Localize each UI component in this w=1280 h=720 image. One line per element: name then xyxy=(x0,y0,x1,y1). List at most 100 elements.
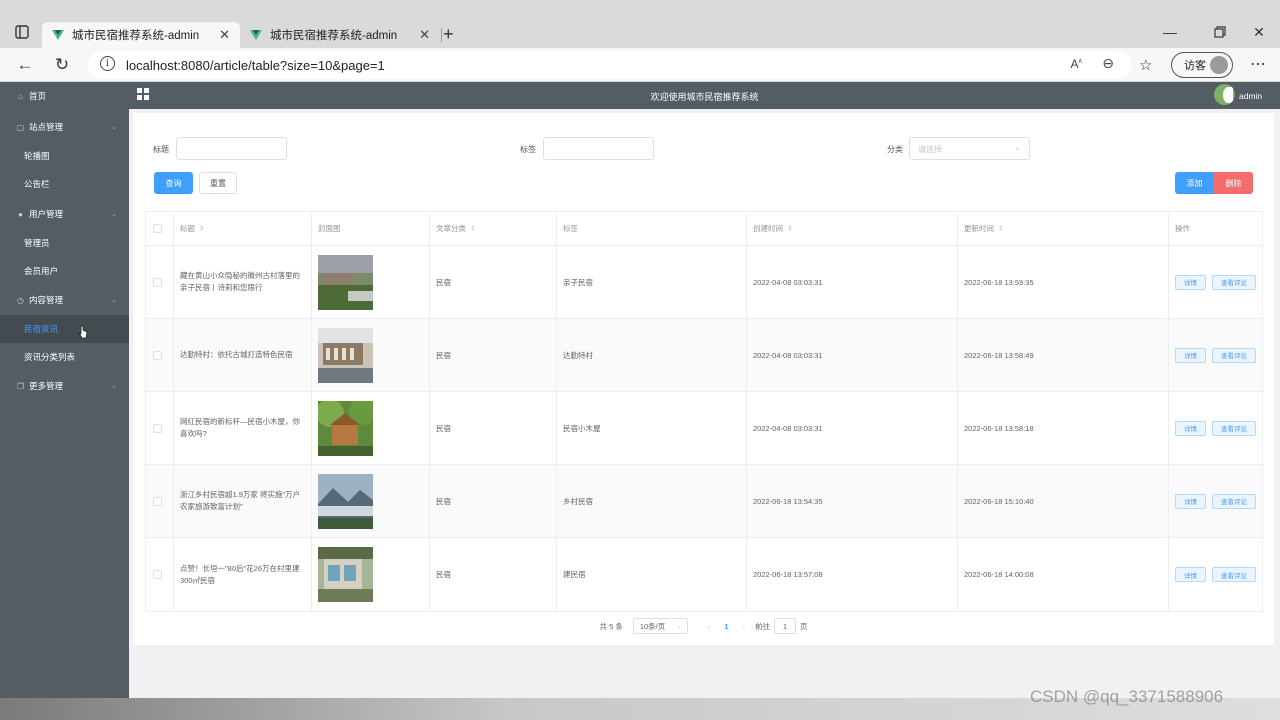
tag-value: 亲子民宿 xyxy=(563,277,593,287)
sidebar-item-user-management[interactable]: ● 用户管理 ⌄ xyxy=(0,200,129,228)
page-number[interactable]: 1 xyxy=(724,622,728,631)
watermark: CSDN @qq_3371588906 xyxy=(1030,687,1224,706)
guest-profile-button[interactable]: 访客 xyxy=(1171,52,1233,78)
updated-time: 2022-06-18 13:59:35 xyxy=(964,277,1034,287)
prev-page-icon[interactable]: ‹ xyxy=(708,622,711,631)
info-icon[interactable]: i xyxy=(100,56,115,71)
main-content: 标题 标签 分类 请选择 ⌄ 查询 重置 添加 删除 标题 ⇕ 封面图 文章分类 ⇕… xyxy=(129,109,1280,698)
tab-actions-icon[interactable] xyxy=(12,22,32,42)
sidebar-item-home[interactable]: ⌂ 首页 xyxy=(0,82,129,110)
category-select[interactable]: 请选择 ⌄ xyxy=(909,137,1030,160)
tab-separator xyxy=(441,28,442,42)
column-header-updated[interactable]: 更新时间 ⇕ xyxy=(958,212,1169,245)
url-field[interactable]: i localhost:8080/article/table?size=10&p… xyxy=(88,51,1132,79)
sidebar-item-admins[interactable]: 管理员 xyxy=(0,229,129,257)
category-value: 民宿 xyxy=(436,570,451,579)
browser-tab-1[interactable]: 城市民宿推荐系统-admin ✕ xyxy=(42,22,240,48)
sidebar-item-content-management[interactable]: ◷ 内容管理 ⌄ xyxy=(0,286,129,314)
back-icon[interactable]: ← xyxy=(14,54,36,76)
view-comments-button[interactable]: 查看评论 xyxy=(1212,420,1256,436)
tab-title: 城市民宿推荐系统-admin xyxy=(72,30,200,42)
select-all-checkbox[interactable] xyxy=(153,224,162,233)
folder-icon: ▢ xyxy=(16,122,25,132)
cover-image xyxy=(318,473,373,529)
sidebar-item-members[interactable]: 会员用户 xyxy=(0,257,129,285)
category-value: 民宿 xyxy=(436,423,451,433)
goto-page-value: 1 xyxy=(782,621,788,631)
column-header-title[interactable]: 标题 ⇕ xyxy=(174,212,312,245)
avatar[interactable] xyxy=(1214,84,1235,105)
cover-image xyxy=(318,254,373,310)
sort-icon[interactable]: ⇕ xyxy=(787,225,792,232)
detail-button[interactable]: 详情 xyxy=(1175,567,1206,582)
read-aloud-icon[interactable]: Aʌ xyxy=(1070,57,1082,71)
home-icon: ⌂ xyxy=(18,91,23,101)
sidebar-item-label: 首页 xyxy=(29,91,47,101)
category-value: 民宿 xyxy=(436,350,451,360)
sidebar-item-label: 公告栏 xyxy=(24,179,50,189)
created-time: 2022-04-08 03:03:31 xyxy=(753,277,823,287)
column-label: 封面图 xyxy=(318,224,341,233)
minimize-icon[interactable]: — xyxy=(1160,22,1180,42)
favorites-icon[interactable]: ☆ xyxy=(1139,56,1152,74)
column-header-created[interactable]: 创建时间 ⇕ xyxy=(747,212,958,245)
clock-icon: ◷ xyxy=(17,295,24,305)
next-page-icon[interactable]: › xyxy=(743,622,746,631)
sidebar-item-carousel[interactable]: 轮播图 xyxy=(0,142,129,170)
column-label: 更新时间 xyxy=(964,224,994,233)
row-checkbox[interactable] xyxy=(153,496,162,506)
goto-page-input[interactable]: 1 xyxy=(774,618,796,634)
sort-icon[interactable]: ⇕ xyxy=(470,225,475,232)
chevron-down-icon: ⌄ xyxy=(676,623,682,630)
sidebar-item-news-categories[interactable]: 资讯分类列表 xyxy=(0,343,129,371)
view-comments-button[interactable]: 查看评论 xyxy=(1212,347,1256,363)
tag-value: 建民宿 xyxy=(563,570,586,579)
column-header-actions: 操作 xyxy=(1169,212,1264,245)
sidebar-item-notice[interactable]: 公告栏 xyxy=(0,170,129,198)
tag-search-input[interactable] xyxy=(543,137,654,160)
updated-time: 2022-06-18 15:10:40 xyxy=(964,496,1034,506)
detail-button[interactable]: 详情 xyxy=(1175,347,1206,363)
copy-icon: ❐ xyxy=(16,381,25,391)
view-comments-button[interactable]: 查看评论 xyxy=(1212,493,1256,509)
restore-icon[interactable] xyxy=(1210,22,1230,42)
close-tab-icon[interactable]: ✕ xyxy=(219,27,230,43)
detail-button[interactable]: 详情 xyxy=(1175,420,1206,436)
row-checkbox[interactable] xyxy=(153,350,162,360)
row-checkbox[interactable] xyxy=(153,570,162,579)
mouse-cursor-icon xyxy=(78,325,88,339)
username[interactable]: admin xyxy=(1239,91,1262,101)
column-header-category[interactable]: 文章分类 ⇕ xyxy=(430,212,557,245)
row-checkbox[interactable] xyxy=(153,423,162,433)
detail-button[interactable]: 详情 xyxy=(1175,274,1206,290)
close-window-icon[interactable]: ✕ xyxy=(1249,22,1269,42)
new-tab-icon[interactable]: + xyxy=(443,24,454,45)
vue-logo-icon xyxy=(52,30,64,40)
zoom-icon[interactable]: ⊖ xyxy=(1102,55,1114,72)
content-panel: 标题 标签 分类 请选择 ⌄ 查询 重置 添加 删除 标题 ⇕ 封面图 文章分类 ⇕… xyxy=(133,113,1274,645)
delete-button[interactable]: 删除 xyxy=(1214,172,1253,194)
sidebar-item-site-management[interactable]: ▢ 站点管理 ⌄ xyxy=(0,113,129,141)
refresh-icon[interactable]: ↻ xyxy=(51,54,73,76)
close-tab-icon[interactable]: ✕ xyxy=(419,27,430,43)
cover-image xyxy=(318,547,373,602)
add-button[interactable]: 添加 xyxy=(1175,172,1214,194)
goto-label: 前往 xyxy=(755,621,770,631)
page-unit-label: 页 xyxy=(800,621,808,631)
browser-tab-2[interactable]: 城市民宿推荐系统-admin ✕ xyxy=(240,22,440,48)
column-label: 标签 xyxy=(563,224,578,233)
sort-icon[interactable]: ⇕ xyxy=(199,225,204,232)
sort-icon[interactable]: ⇕ xyxy=(998,225,1003,232)
row-checkbox[interactable] xyxy=(153,277,162,287)
detail-button[interactable]: 详情 xyxy=(1175,493,1206,509)
title-search-input[interactable] xyxy=(176,137,287,160)
sidebar-item-homestay-news[interactable]: 民宿资讯 xyxy=(0,315,129,343)
more-menu-icon[interactable]: ⋯ xyxy=(1250,54,1267,74)
search-button[interactable]: 查询 xyxy=(154,172,193,194)
updated-time: 2022-06-18 13:58:49 xyxy=(964,350,1034,360)
sidebar-item-more-management[interactable]: ❐ 更多管理 ⌄ xyxy=(0,372,129,400)
view-comments-button[interactable]: 查看评论 xyxy=(1212,567,1256,582)
page-size-select[interactable]: 10条/页 ⌄ xyxy=(632,618,688,634)
reset-button[interactable]: 重置 xyxy=(199,172,237,194)
view-comments-button[interactable]: 查看评论 xyxy=(1212,274,1256,290)
